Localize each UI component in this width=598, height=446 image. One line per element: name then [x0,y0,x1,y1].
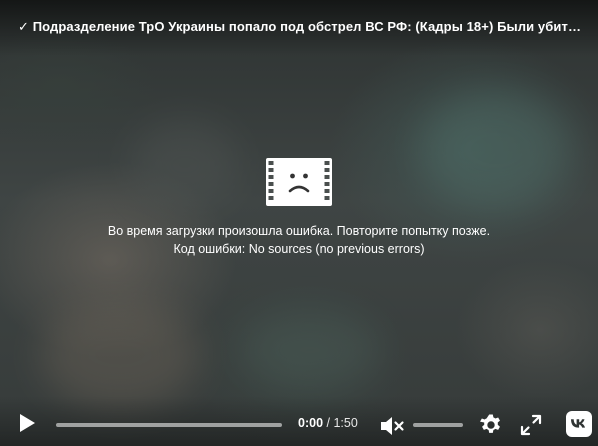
volume-slider[interactable] [413,423,463,427]
error-panel: Во время загрузки произошла ошибка. Повт… [0,158,598,258]
title-bar: ✓ Подразделение ТрО Украины попало под о… [0,0,598,56]
error-message: Во время загрузки произошла ошибка. Повт… [107,224,491,238]
error-code: Код ошибки: No sources (no previous erro… [173,242,425,256]
progress-bar[interactable] [56,423,282,427]
time-display: 0:00 / 1:50 [298,416,358,430]
video-title[interactable]: ✓ Подразделение ТрО Украины попало под о… [18,19,584,35]
sad-film-icon [266,158,332,206]
background-blur-blob [40,300,200,410]
duration: 1:50 [333,416,358,430]
fullscreen-icon[interactable] [520,414,542,436]
time-separator: / [323,416,334,430]
background-blur-blob [240,310,380,390]
play-icon[interactable] [16,411,38,435]
volume-muted-icon[interactable] [379,414,405,438]
current-time: 0:00 [298,416,324,430]
video-player[interactable]: ✓ Подразделение ТрО Украины попало под о… [0,0,598,446]
gear-icon[interactable] [479,413,503,437]
vk-logo-icon[interactable] [566,411,592,437]
